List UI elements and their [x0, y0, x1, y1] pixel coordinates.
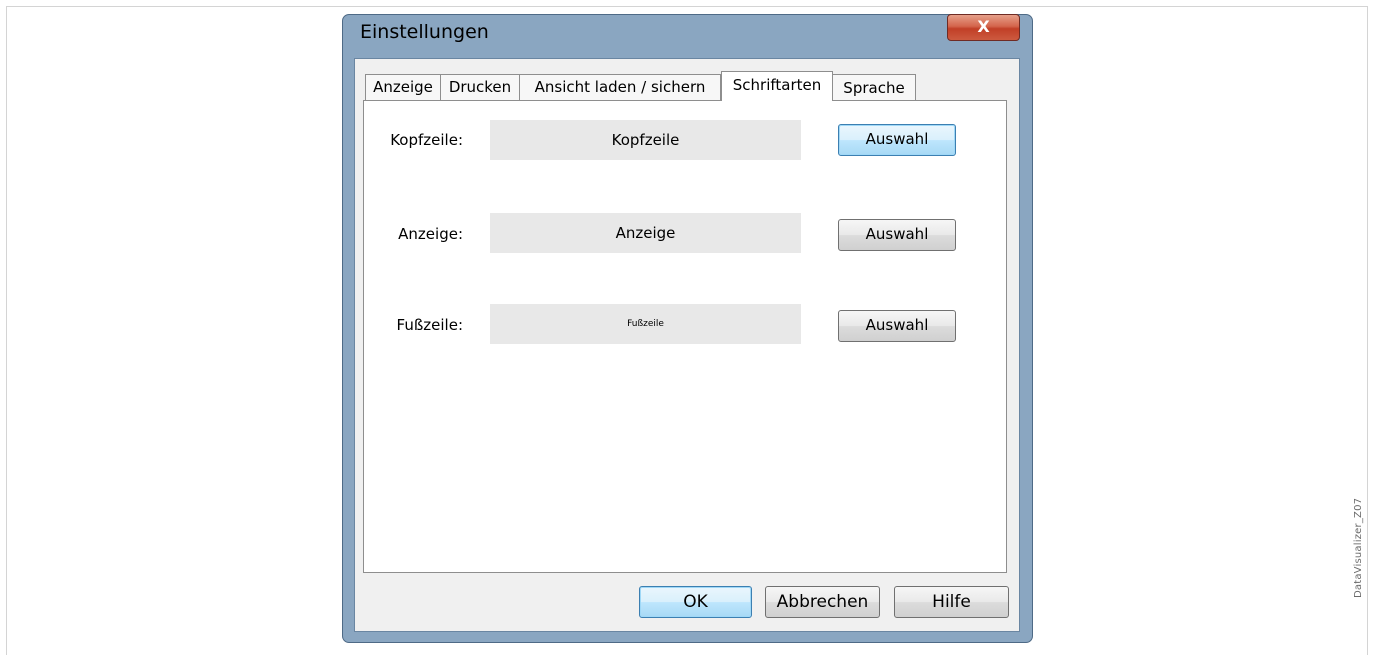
fusszeile-font-preview: Fußzeile — [490, 304, 801, 344]
fusszeile-label: Fußzeile: — [396, 316, 463, 334]
watermark-label: DataVisualizer_Z07 — [1353, 497, 1364, 598]
dialog-title: Einstellungen — [360, 21, 489, 43]
cancel-button[interactable]: Abbrechen — [765, 586, 880, 618]
kopfzeile-label: Kopfzeile: — [390, 131, 463, 149]
tab-anzeige[interactable]: Anzeige — [365, 74, 441, 100]
anzeige-font-preview: Anzeige — [490, 213, 801, 253]
page-border-left — [6, 6, 7, 655]
kopfzeile-font-preview: Kopfzeile — [490, 120, 801, 160]
kopfzeile-auswahl-button[interactable]: Auswahl — [838, 124, 956, 156]
tab-ansicht-laden-sichern[interactable]: Ansicht laden / sichern — [519, 74, 721, 100]
page-border-top — [6, 6, 1368, 7]
page-border-right — [1367, 6, 1368, 655]
anzeige-label: Anzeige: — [398, 225, 463, 243]
fusszeile-auswahl-button[interactable]: Auswahl — [838, 310, 956, 342]
close-icon: X — [977, 17, 990, 36]
tab-drucken[interactable]: Drucken — [440, 74, 520, 100]
close-button[interactable]: X — [947, 14, 1020, 41]
tab-sprache[interactable]: Sprache — [832, 74, 916, 101]
anzeige-auswahl-button[interactable]: Auswahl — [838, 219, 956, 251]
help-button[interactable]: Hilfe — [894, 586, 1009, 618]
ok-button[interactable]: OK — [639, 586, 752, 618]
tab-schriftarten[interactable]: Schriftarten — [721, 71, 833, 101]
